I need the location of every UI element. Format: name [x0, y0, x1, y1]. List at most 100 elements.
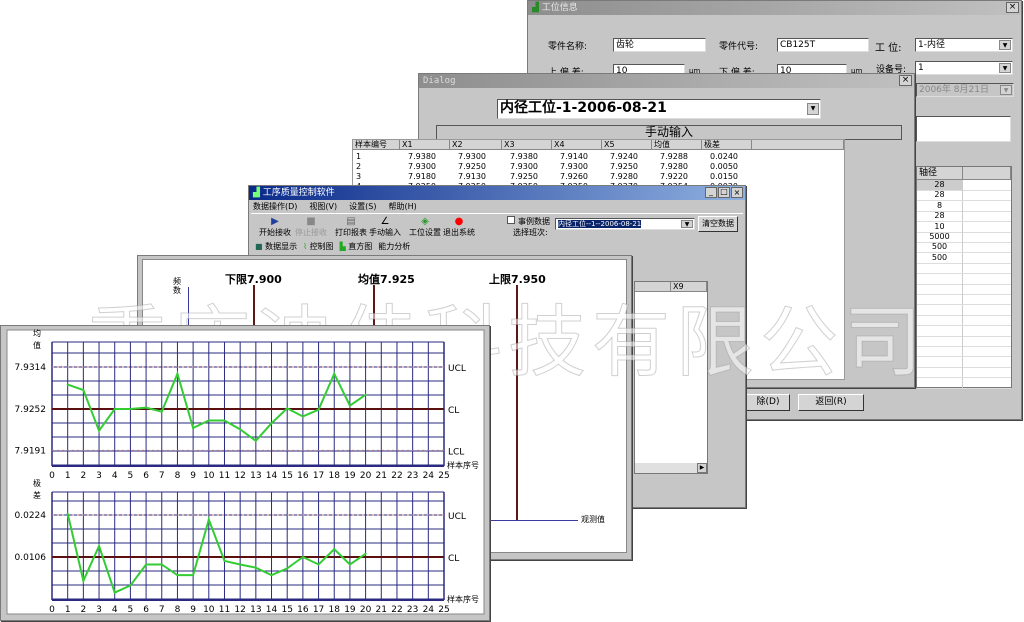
list-cell[interactable]: 7.9380 [408, 152, 436, 161]
list-cell[interactable]: 7.9130 [458, 172, 486, 181]
list-cell[interactable]: 3 [356, 172, 361, 181]
start-receive-button[interactable]: ▶ 开始接收 [257, 216, 293, 238]
print-report-button[interactable]: ▤ 打印报表 [333, 216, 369, 238]
table-row[interactable] [917, 263, 1011, 275]
list-cell[interactable]: 7.9300 [560, 162, 588, 171]
station-date-select[interactable]: 内径工位-1-2006-08-21 ▼ [497, 99, 821, 119]
list-cell[interactable]: 7.9220 [660, 172, 688, 181]
close-button[interactable]: × [731, 187, 743, 198]
table-row[interactable] [917, 377, 1011, 389]
delete-button[interactable]: 除(D) [746, 394, 790, 411]
column-header[interactable]: 均值 [652, 140, 702, 150]
column-header[interactable]: 极差 [702, 140, 752, 150]
list-cell[interactable]: 7.9280 [610, 172, 638, 181]
tab-data-display[interactable]: ■ 数据显示 [255, 241, 297, 252]
column-header[interactable] [635, 282, 671, 292]
part-code-input[interactable]: CB125T [777, 38, 869, 52]
list-cell[interactable]: 7.9250 [458, 162, 486, 171]
menu-view[interactable]: 视图(V) [309, 201, 337, 212]
return-button[interactable]: 返回(R) [798, 394, 864, 411]
menu-settings[interactable]: 设置(S) [349, 201, 376, 212]
column-header[interactable]: X9 [671, 282, 707, 292]
table-row[interactable]: 5000 [917, 232, 1011, 243]
station-select[interactable]: 1-内径 ▼ [915, 38, 1013, 52]
list-cell[interactable]: 7.9140 [560, 152, 588, 161]
column-header-blank[interactable] [752, 140, 844, 150]
table-row[interactable]: 28 [917, 180, 1011, 191]
checkbox[interactable] [507, 216, 515, 224]
maximize-button[interactable]: □ [718, 187, 730, 198]
list-cell[interactable]: 2 [356, 162, 361, 171]
chevron-down-icon[interactable]: ▼ [1000, 85, 1012, 95]
table-row[interactable] [917, 336, 1011, 347]
clear-data-button[interactable]: 清空数据 [698, 216, 738, 232]
minimize-button[interactable]: _ [705, 187, 717, 198]
table-row[interactable]: 28 [917, 190, 1011, 202]
notes-textarea[interactable] [916, 116, 1011, 142]
station-settings-button[interactable]: ◈ 工位设置 [407, 216, 443, 238]
date-picker[interactable]: 2006年 8月21日 ▼ [916, 83, 1014, 97]
device-select[interactable]: 1 ▼ [915, 61, 1013, 75]
table-row[interactable]: 500 [917, 242, 1011, 254]
table-row[interactable] [917, 284, 1011, 295]
list-cell[interactable]: 7.9280 [660, 162, 688, 171]
data-grid[interactable]: X9 ▶ [634, 281, 708, 474]
tab-capability[interactable]: 能力分析 [378, 241, 410, 252]
tab-histogram[interactable]: ▙ 直方图 [340, 241, 373, 252]
close-button[interactable]: × [899, 75, 912, 86]
tab-control-chart[interactable]: ⌇ 控制图 [303, 241, 333, 252]
table-row[interactable]: 500 [917, 252, 1011, 264]
exit-button[interactable]: ● 退出系统 [441, 216, 477, 238]
chevron-down-icon[interactable]: ▼ [807, 103, 819, 115]
table-row[interactable]: 10 [917, 221, 1011, 233]
column-header[interactable]: X1 [400, 140, 450, 150]
column-header[interactable]: 样本编号 [353, 140, 400, 150]
station-info-titlebar[interactable]: ▟ 工位信息 [528, 1, 1021, 15]
table-row[interactable] [917, 356, 1011, 368]
table-row[interactable]: 8 [917, 200, 1011, 212]
column-header[interactable]: X5 [602, 140, 652, 150]
part-name-input[interactable]: 齿轮 [613, 38, 706, 52]
chevron-down-icon[interactable]: ▼ [999, 40, 1011, 50]
list-cell[interactable]: 7.9288 [660, 152, 688, 161]
main-titlebar[interactable]: ▟ 工序质量控制软件 [249, 186, 745, 200]
list-cell[interactable]: 7.9260 [560, 172, 588, 181]
stop-receive-button[interactable]: ■ 停止接收 [293, 216, 329, 238]
menu-help[interactable]: 帮助(H) [388, 201, 416, 212]
list-cell[interactable]: 0.0050 [710, 162, 738, 171]
table-row[interactable] [917, 304, 1011, 316]
horizontal-scrollbar[interactable]: ▶ [635, 463, 707, 473]
chevron-down-icon[interactable]: ▼ [999, 63, 1011, 73]
list-cell[interactable]: 7.9300 [458, 152, 486, 161]
table-row[interactable] [917, 346, 1011, 358]
list-cell[interactable]: 7.9250 [510, 172, 538, 181]
column-header[interactable]: X2 [450, 140, 502, 150]
column-header[interactable]: 轴径 [917, 167, 963, 180]
chevron-down-icon[interactable]: ▼ [681, 220, 693, 228]
menu-data[interactable]: 数据操作(D) [253, 201, 297, 212]
list-cell[interactable]: 7.9300 [408, 162, 436, 171]
shift-select[interactable]: 内径工位--1--2006-08-21 ▼ [555, 218, 695, 230]
list-cell[interactable]: 7.9380 [510, 152, 538, 161]
list-cell[interactable]: 7.9300 [510, 162, 538, 171]
list-cell[interactable]: 0.0150 [710, 172, 738, 181]
table-row[interactable] [917, 367, 1011, 379]
list-cell[interactable]: 1 [356, 152, 361, 161]
table-row[interactable] [917, 273, 1011, 285]
table-row[interactable] [917, 315, 1011, 327]
column-header[interactable]: X3 [502, 140, 552, 150]
sample-data-checkbox[interactable]: 事例数据 [507, 216, 550, 227]
list-cell[interactable]: 7.9240 [610, 152, 638, 161]
manual-input-button[interactable]: ∠ 手动输入 [367, 216, 403, 238]
list-cell[interactable]: 7.9180 [408, 172, 436, 181]
list-cell[interactable]: 7.9250 [610, 162, 638, 171]
dialog-titlebar[interactable]: Dialog [419, 74, 914, 88]
column-header-blank[interactable] [963, 167, 1011, 180]
table-row[interactable] [917, 325, 1011, 337]
scroll-right-icon[interactable]: ▶ [697, 463, 707, 473]
close-button[interactable]: × [1006, 2, 1019, 13]
table-row[interactable] [917, 294, 1011, 306]
column-header[interactable]: X4 [552, 140, 602, 150]
list-cell[interactable]: 0.0240 [710, 152, 738, 161]
table-row[interactable]: 28 [917, 211, 1011, 223]
